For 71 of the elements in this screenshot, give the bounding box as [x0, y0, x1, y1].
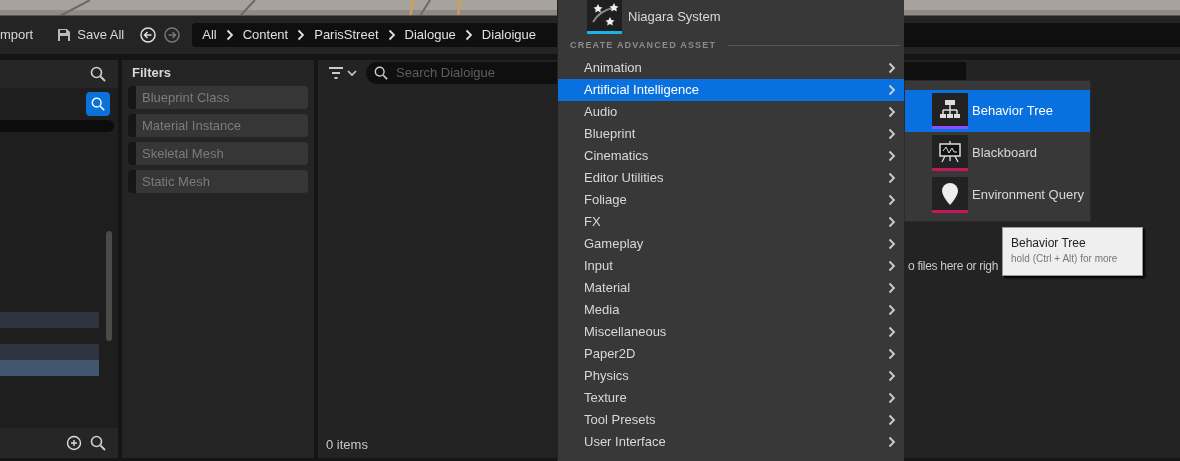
- easel-icon: [938, 140, 962, 163]
- breadcrumb-item[interactable]: Dialogue: [404, 25, 456, 45]
- search-button[interactable]: [86, 92, 110, 116]
- filter-icon[interactable]: [328, 66, 358, 80]
- chevron-right-icon: [888, 84, 896, 96]
- menu-item[interactable]: Audio: [558, 101, 904, 123]
- submenu-item[interactable]: Environment Query: [905, 174, 1090, 216]
- chevron-right-icon: [888, 62, 896, 74]
- menu-item[interactable]: User Interface: [558, 431, 904, 453]
- menu-item[interactable]: Texture: [558, 387, 904, 409]
- chevron-right-icon: [888, 128, 896, 140]
- chevron-right-icon: [888, 216, 896, 228]
- menu-item[interactable]: Gameplay: [558, 233, 904, 255]
- chevron-right-icon: [888, 106, 896, 118]
- chevron-right-icon: [888, 392, 896, 404]
- menu-item[interactable]: Editor Utilities: [558, 167, 904, 189]
- menu-item[interactable]: Artificial Intelligence: [558, 79, 904, 101]
- submenu-item[interactable]: Blackboard: [905, 132, 1090, 174]
- menu-item[interactable]: Media: [558, 299, 904, 321]
- menu-item[interactable]: Foliage: [558, 189, 904, 211]
- search-icon: [374, 66, 388, 80]
- chevron-right-icon: [888, 414, 896, 426]
- menu-item[interactable]: Paper2D: [558, 343, 904, 365]
- search-icon: [91, 97, 105, 111]
- import-button[interactable]: mport: [0, 25, 34, 45]
- chevron-right-icon: [888, 194, 896, 206]
- tooltip-hint: hold (Ctrl + Alt) for more: [1011, 253, 1119, 265]
- chevron-right-icon: [888, 260, 896, 272]
- menu-item[interactable]: Miscellaneous: [558, 321, 904, 343]
- chevron-right-icon: [888, 238, 896, 250]
- tooltip-title: Behavior Tree: [1011, 236, 1087, 250]
- chevron-right-icon: [464, 29, 473, 41]
- chevron-right-icon: [297, 29, 306, 41]
- chevron-right-icon: [888, 370, 896, 382]
- chevron-right-icon: [888, 326, 896, 338]
- save-all-button[interactable]: Save All: [49, 25, 133, 45]
- back-icon[interactable]: [140, 27, 157, 43]
- add-icon[interactable]: [66, 435, 82, 451]
- chevron-right-icon: [888, 282, 896, 294]
- chevron-right-icon: [888, 348, 896, 360]
- search-icon: [90, 435, 106, 451]
- map-pin-icon: [941, 181, 959, 206]
- menu-item[interactable]: Material: [558, 277, 904, 299]
- menu-item[interactable]: Animation: [558, 57, 904, 79]
- menu-item[interactable]: Tool Presets: [558, 409, 904, 431]
- filters-title: Filters: [131, 64, 172, 83]
- menu-item[interactable]: Niagara System: [558, 0, 904, 34]
- chevron-right-icon: [888, 436, 896, 448]
- breadcrumb-item[interactable]: Content: [242, 25, 289, 45]
- menu-item[interactable]: Blueprint: [558, 123, 904, 145]
- chevron-right-icon: [888, 172, 896, 184]
- item-count: 0 items: [326, 435, 368, 454]
- chevron-right-icon: [225, 29, 234, 41]
- chevron-right-icon: [387, 29, 396, 41]
- save-icon: [57, 28, 72, 42]
- menu-item[interactable]: Physics: [558, 365, 904, 387]
- breadcrumb-item[interactable]: Dialoigue: [481, 25, 537, 45]
- hierarchy-icon: [939, 98, 961, 121]
- chevron-right-icon: [888, 150, 896, 162]
- forward-icon[interactable]: [164, 27, 181, 43]
- breadcrumb-item[interactable]: ParisStreet: [314, 25, 379, 45]
- drop-hint: o files here or righ: [908, 258, 999, 275]
- menu-item[interactable]: Input: [558, 255, 904, 277]
- submenu-item[interactable]: Behavior Tree: [905, 90, 1090, 132]
- section-header: CREATE ADVANCED ASSET: [570, 38, 717, 52]
- menu-item[interactable]: Cinematics: [558, 145, 904, 167]
- search-icon: [90, 66, 106, 82]
- search-placeholder: Search Dialoigue: [396, 64, 495, 83]
- breadcrumb-item[interactable]: All: [202, 25, 217, 45]
- menu-item[interactable]: FX: [558, 211, 904, 233]
- chevron-right-icon: [888, 304, 896, 316]
